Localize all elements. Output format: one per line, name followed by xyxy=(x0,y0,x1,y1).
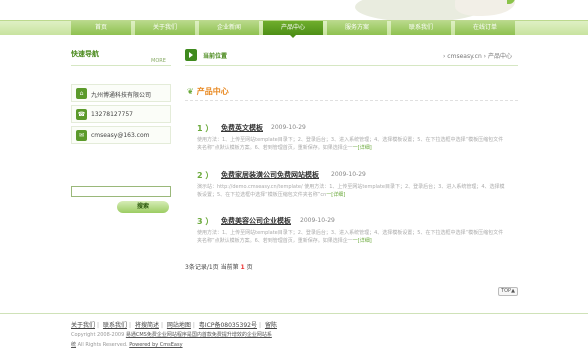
post-number: 2 ） xyxy=(197,171,214,180)
email-icon: ✉ xyxy=(76,130,87,141)
divider xyxy=(185,100,518,101)
footer-link[interactable]: 留陈 xyxy=(265,322,277,329)
breadcrumb-label: 当前位置 xyxy=(203,53,228,60)
sidebar-more-link[interactable]: MORE xyxy=(151,58,166,64)
contact-text: 九州博通科技有限公司 xyxy=(91,92,152,99)
post-date: 2009-10-29 xyxy=(300,217,335,224)
post-number: 1 ） xyxy=(197,124,214,133)
detail-link[interactable]: 一[详细] xyxy=(353,238,372,244)
pagination-current[interactable]: 1 xyxy=(241,264,245,271)
nav-item-products[interactable]: 产品中心 xyxy=(263,21,323,38)
nav-label: 联系我们 xyxy=(408,24,433,31)
post-description: 使用方法：1、上传至网站template目录下；2、登录后台；3、进入系统管理；… xyxy=(197,229,505,245)
phone-icon: ☎ xyxy=(76,109,87,120)
header-banner xyxy=(0,0,588,20)
contact-phone: ☎ 13278127757 xyxy=(71,105,171,123)
main-nav: 首页 关于我们 企业新闻 产品中心 服务方案 联系我们 在线订单 xyxy=(0,20,588,38)
contact-company: ⌂ 九州博通科技有限公司 xyxy=(71,84,171,102)
footer-links: 关于我们 | 联系我们 | 将搜简述 | 网站地图 | 粤ICP备08035392号 | … xyxy=(71,322,277,329)
location-icon xyxy=(185,49,197,61)
footer-link[interactable]: 粤ICP备08035392号 xyxy=(199,322,257,329)
post-title-link[interactable]: 免费美容公司企业模板 xyxy=(221,216,291,226)
banner-decoration xyxy=(455,0,515,16)
search-button[interactable]: 搜索 xyxy=(117,201,169,213)
nav-item-contact[interactable]: 联系我们 xyxy=(391,21,451,35)
post-title-link[interactable]: 免费英文模板 xyxy=(221,123,263,133)
post-date: 2009-10-29 xyxy=(271,124,306,131)
footer-link[interactable]: 联系我们 xyxy=(103,322,127,329)
company-icon: ⌂ xyxy=(76,88,87,99)
copyright-text: All Rights Reserved. xyxy=(76,342,130,348)
nav-label: 企业新闻 xyxy=(216,24,241,31)
pagination-text: 页 xyxy=(246,264,253,271)
contact-text: cmseasy@163.com xyxy=(91,132,150,139)
pagination-text: 3条记录/1页 当前第 xyxy=(185,264,239,271)
nav-item-order[interactable]: 在线订单 xyxy=(455,21,515,35)
footer-link[interactable]: 将搜简述 xyxy=(135,322,159,329)
copyright-text: Copyright 2008-2009 xyxy=(71,332,126,338)
post-date: 2009-10-29 xyxy=(331,171,366,178)
powered-by-link[interactable]: Powered by CmsEasy xyxy=(129,342,182,348)
divider xyxy=(185,65,518,66)
divider xyxy=(71,65,171,66)
nav-label: 关于我们 xyxy=(152,24,177,31)
footer-copyright: 统 All Rights Reserved. Powered by CmsEas… xyxy=(71,341,183,348)
nav-label: 首页 xyxy=(94,24,107,31)
post-description: 使用方法：1、上传至网站template目录下；2、登录后台；3、进入系统管理；… xyxy=(197,136,505,152)
nav-item-news[interactable]: 企业新闻 xyxy=(199,21,259,35)
leaf-icon: ❦ xyxy=(187,87,194,96)
detail-link[interactable]: 一[详细] xyxy=(353,145,372,151)
back-to-top-button[interactable]: TOP▲ xyxy=(498,287,518,296)
page-title-text: 产品中心 xyxy=(196,87,229,96)
nav-label: 服务方案 xyxy=(344,24,369,31)
contact-email: ✉ cmseasy@163.com xyxy=(71,126,171,144)
footer-copyright: Copyright 2008-2009 易通CMS免费企业网站程序是国内首款免费… xyxy=(71,331,272,338)
footer-link[interactable]: 易通CMS免费企业网站程序是国内首款免费提升增效的企业网站系 xyxy=(126,332,272,338)
post-description-text: 使用方法：1、上传至网站template目录下；2、登录后台；3、进入系统管理；… xyxy=(197,230,504,244)
footer-link[interactable]: 网站地图 xyxy=(167,322,191,329)
active-indicator xyxy=(290,35,296,38)
nav-label: 产品中心 xyxy=(280,24,305,31)
search-input[interactable] xyxy=(71,186,171,197)
nav-item-about[interactable]: 关于我们 xyxy=(135,21,195,35)
breadcrumb[interactable]: › cmseasy.cn › 产品中心 xyxy=(443,51,512,60)
nav-label: 在线订单 xyxy=(472,24,497,31)
post-description-text: 演示站：http://demo.cmseasy.cn/template/ 使用方… xyxy=(197,184,505,198)
contact-text: 13278127757 xyxy=(91,111,133,118)
divider xyxy=(0,313,588,314)
nav-item-home[interactable]: 首页 xyxy=(71,21,131,35)
post-title-link[interactable]: 免费家居装潢公司免费网站模板 xyxy=(221,170,319,180)
nav-item-solutions[interactable]: 服务方案 xyxy=(327,21,387,35)
page-title: ❦ 产品中心 xyxy=(187,86,229,97)
post-number: 3 ） xyxy=(197,217,214,226)
detail-link[interactable]: 一[详细] xyxy=(326,192,345,198)
post-description-text: 使用方法：1、上传至网站template目录下；2、登录后台；3、进入系统管理；… xyxy=(197,137,504,151)
sidebar-title: 快速导航 xyxy=(71,50,99,58)
post-description: 演示站：http://demo.cmseasy.cn/template/ 使用方… xyxy=(197,183,505,199)
pagination: 3条记录/1页 当前第 1 页 xyxy=(185,262,253,271)
footer-link[interactable]: 关于我们 xyxy=(71,322,95,329)
